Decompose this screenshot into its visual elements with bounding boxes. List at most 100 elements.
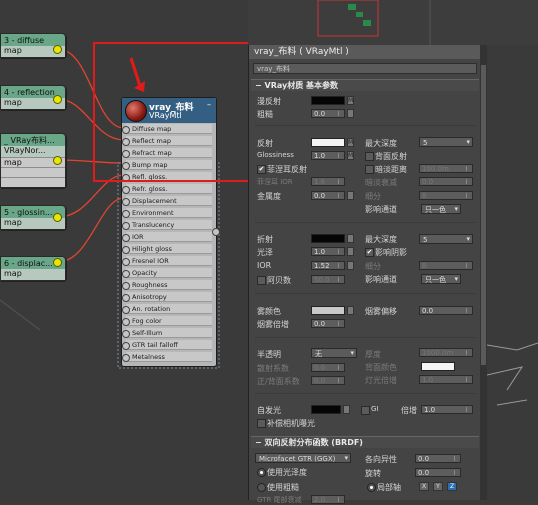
node-row[interactable]: [1, 177, 65, 187]
metalness-map-button[interactable]: [347, 191, 354, 200]
scatter-coeff-spinner[interactable]: 0.0: [311, 363, 345, 372]
scrollbar-thumb[interactable]: [481, 65, 486, 365]
panel-scrollbar[interactable]: [480, 45, 487, 500]
affect-channels-dropdown[interactable]: 只一色: [421, 204, 461, 214]
refract-subdivs-spinner[interactable]: 8: [419, 261, 473, 270]
refract-color-swatch[interactable]: [311, 234, 345, 243]
input-socket[interactable]: [122, 222, 130, 230]
axis-z-button[interactable]: Z: [447, 482, 457, 491]
reflect-color-swatch[interactable]: [311, 138, 345, 147]
reflect-map-button[interactable]: M: [347, 138, 354, 147]
material-slot[interactable]: Opacity: [122, 268, 212, 278]
material-slot[interactable]: Anisotropy: [122, 292, 212, 302]
refract-affect-dropdown[interactable]: 只一色: [421, 274, 461, 284]
output-socket[interactable]: [53, 45, 62, 54]
refract-map-button[interactable]: [347, 234, 354, 243]
input-socket[interactable]: [122, 354, 130, 362]
max-depth-spinner[interactable]: 5: [419, 137, 473, 147]
material-slot[interactable]: Metalness: [122, 352, 212, 362]
gi-checkbox[interactable]: [361, 406, 370, 415]
material-name-field[interactable]: vray_布料: [253, 63, 477, 74]
fog-mult-spinner[interactable]: 0.0: [311, 319, 345, 328]
self-illum-mult-spinner[interactable]: 1.0: [421, 405, 473, 414]
node-output-socket[interactable]: [212, 228, 220, 236]
rotation-spinner[interactable]: 0.0: [415, 468, 461, 477]
input-socket[interactable]: [122, 306, 130, 314]
material-slot[interactable]: Roughness: [122, 280, 212, 290]
output-socket[interactable]: [53, 95, 62, 104]
light-mult-spinner[interactable]: 1.0: [419, 375, 473, 384]
input-socket[interactable]: [122, 294, 130, 302]
input-socket[interactable]: [122, 210, 130, 218]
fog-map-button[interactable]: [347, 306, 354, 315]
material-slot[interactable]: Environment: [122, 208, 212, 218]
fwd-bwd-spinner[interactable]: 0.0: [311, 376, 345, 385]
abbe-checkbox[interactable]: [257, 276, 266, 285]
brdf-type-dropdown[interactable]: Microfacet GTR (GGX): [255, 453, 351, 463]
ior-map-button[interactable]: [347, 261, 354, 270]
refract-max-depth-spinner[interactable]: 5: [419, 234, 473, 244]
material-slot[interactable]: Displacement: [122, 196, 212, 206]
diffuse-map-button[interactable]: M: [347, 96, 354, 105]
input-socket[interactable]: [122, 258, 130, 266]
basic-params-rollout[interactable]: − VRay材质 基本参数: [251, 79, 479, 91]
abbe-spinner[interactable]: 50.0: [311, 275, 345, 284]
back-reflect-checkbox[interactable]: [365, 152, 374, 161]
use-roughness-radio[interactable]: [257, 483, 266, 492]
axis-y-button[interactable]: Y: [433, 482, 443, 491]
material-slot[interactable]: IOR: [122, 232, 212, 242]
output-socket[interactable]: [53, 156, 62, 165]
metalness-spinner[interactable]: 0.0: [311, 191, 345, 200]
roughness-spinner[interactable]: 0.0: [311, 109, 345, 118]
material-slot[interactable]: Refr. gloss.: [122, 184, 212, 194]
input-socket[interactable]: [122, 318, 130, 326]
fresnel-ior-spinner[interactable]: 1.6: [311, 177, 345, 186]
output-socket[interactable]: [53, 258, 62, 267]
input-socket[interactable]: [122, 234, 130, 242]
material-slot[interactable]: Hilight gloss: [122, 244, 212, 254]
material-slot[interactable]: Fog color: [122, 316, 212, 326]
input-socket[interactable]: [122, 330, 130, 338]
dim-distance-spinner[interactable]: 100.0m: [419, 164, 473, 173]
glossiness-map-button[interactable]: M: [347, 151, 354, 160]
slate-canvas[interactable]: 3 - diffuse map 4 - reflection map _ VRa…: [0, 0, 341, 500]
right-viewport-area[interactable]: [486, 45, 538, 500]
dim-falloff-spinner[interactable]: 0.0: [419, 177, 473, 186]
dim-distance-checkbox[interactable]: [365, 165, 374, 174]
self-illum-map-button[interactable]: [343, 405, 350, 414]
roughness-map-button[interactable]: [347, 109, 354, 118]
translucency-dropdown[interactable]: 无: [311, 348, 357, 358]
input-socket[interactable]: [122, 198, 130, 206]
input-socket[interactable]: [122, 246, 130, 254]
node-row[interactable]: [1, 167, 65, 177]
affect-shadows-checkbox[interactable]: ✔: [365, 248, 374, 257]
ior-spinner[interactable]: 1.52: [311, 261, 345, 270]
diffuse-color-swatch[interactable]: [311, 96, 345, 105]
axis-x-button[interactable]: X: [419, 482, 429, 491]
material-slot[interactable]: GTR tail falloff: [122, 340, 212, 350]
thickness-spinner[interactable]: 1000.0m: [419, 348, 473, 357]
material-slot[interactable]: Self-Illum: [122, 328, 212, 338]
compensate-camera-checkbox[interactable]: [257, 419, 266, 428]
input-socket[interactable]: [122, 270, 130, 278]
fog-bias-spinner[interactable]: 0.0: [419, 306, 473, 315]
input-socket[interactable]: [122, 282, 130, 290]
fog-color-swatch[interactable]: [311, 306, 345, 315]
material-slot[interactable]: Translucency: [122, 220, 212, 230]
viewport[interactable]: [248, 0, 538, 45]
input-socket[interactable]: [122, 342, 130, 350]
back-color-swatch[interactable]: [421, 362, 455, 371]
anisotropy-spinner[interactable]: 0.0: [415, 454, 461, 463]
input-socket[interactable]: [122, 186, 130, 194]
local-axis-radio[interactable]: [367, 483, 376, 492]
use-glossiness-radio[interactable]: [257, 468, 266, 477]
glossiness-spinner[interactable]: 1.0: [311, 151, 345, 160]
refract-gloss-map-button[interactable]: [347, 247, 354, 256]
output-socket[interactable]: [53, 213, 62, 222]
material-slot[interactable]: Fresnel IOR: [122, 256, 212, 266]
fresnel-checkbox[interactable]: ✔: [257, 165, 266, 174]
material-slot[interactable]: An. rotation: [122, 304, 212, 314]
refract-gloss-spinner[interactable]: 1.0: [311, 247, 345, 256]
brdf-rollout[interactable]: − 双向反射分布函数 (BRDF): [251, 436, 479, 448]
self-illum-color-swatch[interactable]: [311, 405, 341, 414]
